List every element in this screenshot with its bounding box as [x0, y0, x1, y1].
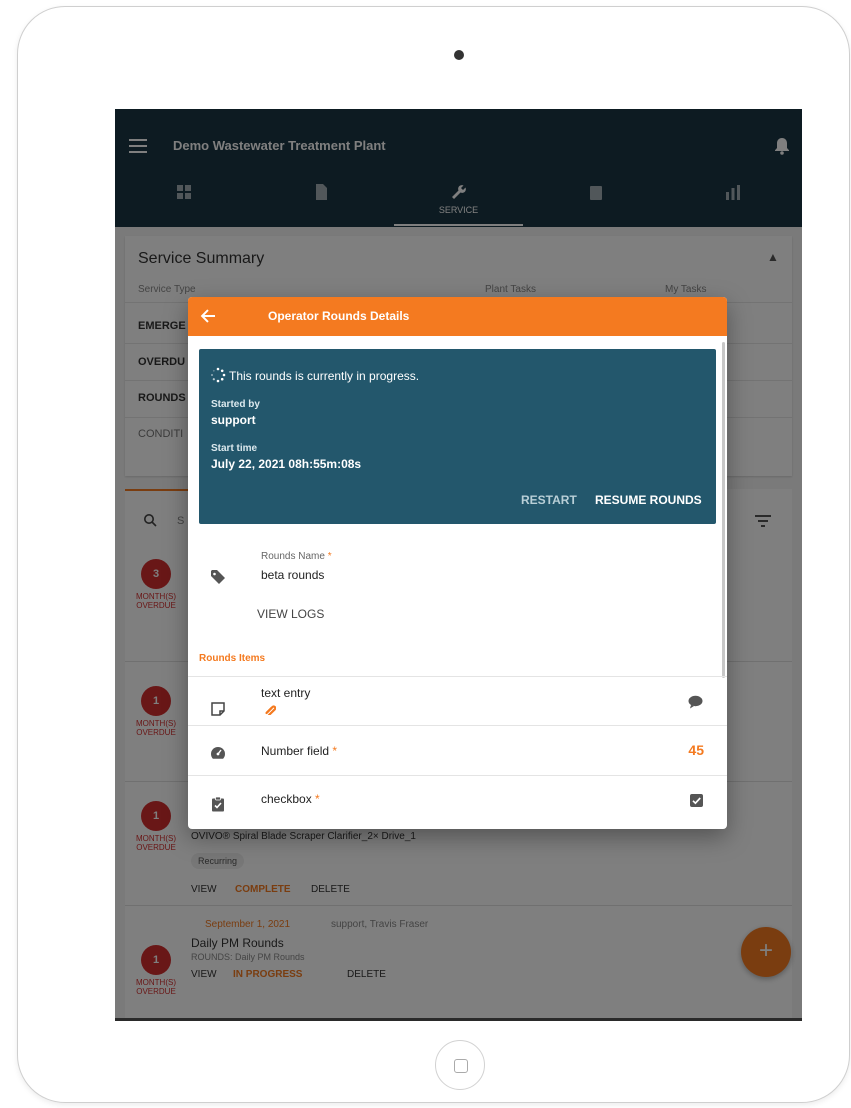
item-label: checkbox *: [261, 792, 320, 806]
tablet-frame: Demo Wastewater Treatment Plant SERVICE: [17, 6, 850, 1103]
required-mark: *: [315, 792, 320, 806]
resume-rounds-button[interactable]: RESUME ROUNDS: [595, 493, 702, 507]
rounds-status-card: This rounds is currently in progress. St…: [199, 349, 716, 524]
start-time-value: July 22, 2021 08h:55m:08s: [211, 457, 362, 471]
rounds-item-text-entry[interactable]: text entry: [188, 676, 727, 725]
home-button[interactable]: [435, 1040, 485, 1090]
dialog-title: Operator Rounds Details: [268, 309, 410, 323]
comment-icon[interactable]: [688, 695, 703, 709]
app-screen: Demo Wastewater Treatment Plant SERVICE: [115, 109, 802, 1021]
spinner-icon: [211, 367, 226, 383]
number-field-value[interactable]: 45: [678, 742, 704, 758]
started-by-label: Started by: [211, 399, 260, 410]
checkbox-checked-icon[interactable]: [690, 794, 703, 807]
rounds-name-value: beta rounds: [261, 568, 325, 582]
start-time-label: Start time: [211, 443, 258, 454]
rounds-item-checkbox[interactable]: checkbox *: [188, 775, 727, 829]
paperclip-icon[interactable]: [264, 703, 276, 715]
status-message: This rounds is currently in progress.: [229, 369, 420, 383]
required-mark: *: [327, 551, 332, 562]
view-logs-button[interactable]: VIEW LOGS: [257, 607, 324, 621]
item-label: text entry: [261, 686, 311, 700]
rounds-name-label: Rounds Name *: [261, 551, 332, 562]
note-icon: [211, 702, 225, 716]
rounds-items-header: Rounds Items: [199, 653, 266, 664]
required-mark: *: [332, 744, 338, 758]
dialog-header: Operator Rounds Details: [188, 297, 727, 336]
tag-icon: [211, 570, 225, 584]
clipboard-check-icon: [212, 796, 224, 812]
dialog-scrollbar[interactable]: [722, 342, 725, 678]
restart-button[interactable]: RESTART: [521, 493, 577, 507]
started-by-value: support: [211, 413, 256, 427]
back-arrow-icon[interactable]: [199, 307, 217, 325]
rounds-item-number-field[interactable]: Number field * 45: [188, 725, 727, 775]
operator-rounds-dialog: Operator Rounds Details This rounds is c…: [188, 297, 727, 829]
gauge-icon: [211, 747, 225, 759]
camera-dot: [454, 50, 464, 60]
item-label: Number field *: [261, 744, 338, 758]
